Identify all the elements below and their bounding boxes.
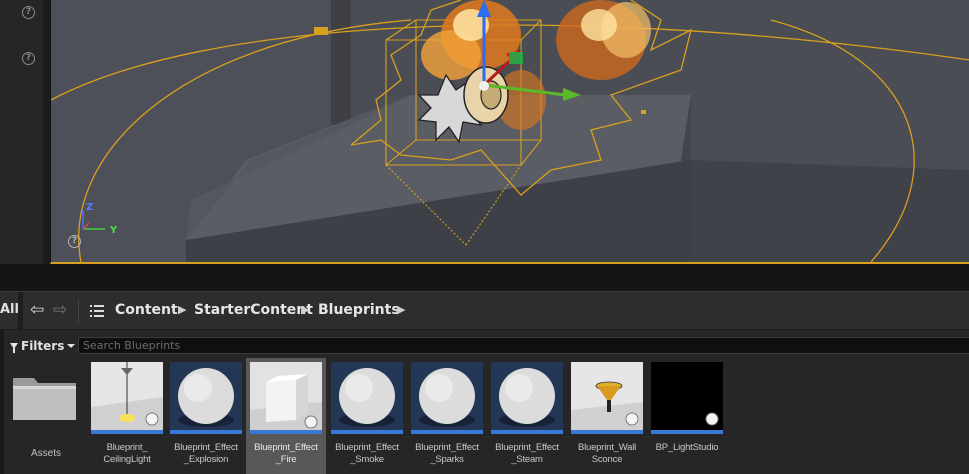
path-history-icon[interactable] — [90, 305, 104, 317]
cube-thumbnail-icon — [250, 362, 322, 434]
axis-label-z: Z — [86, 202, 94, 213]
breadcrumb-blueprints[interactable]: Blueprints — [318, 302, 400, 318]
level-viewport[interactable]: Z Y ? — [50, 0, 969, 264]
asset-label: BP_LightStudio — [655, 442, 719, 453]
asset-tile[interactable]: Blueprint_Wall Sconce — [567, 358, 647, 474]
asset-label: Blueprint_Effect _Explosion — [174, 442, 238, 465]
asset-label: Blueprint_Effect _Smoke — [335, 442, 399, 465]
asset-tile[interactable]: Blueprint_Effect _Steam — [487, 358, 567, 474]
axis-label-y: Y — [110, 225, 118, 236]
folder-assets[interactable]: Assets — [6, 358, 86, 474]
asset-label: Blueprint_ CeilingLight — [103, 442, 151, 465]
asset-tile-selected[interactable]: Blueprint_Effect _Fire — [246, 358, 326, 474]
chevron-down-icon — [67, 344, 76, 348]
back-arrow-icon[interactable]: ⇦ — [30, 301, 44, 319]
asset-tile[interactable]: BP_LightStudio — [647, 358, 727, 474]
breadcrumb-arrow-icon[interactable]: ▶ — [301, 303, 309, 316]
folder-label: Assets — [30, 448, 61, 459]
search-input[interactable] — [78, 337, 969, 354]
nav-divider — [78, 299, 79, 323]
nav-divider — [18, 292, 23, 330]
filters-button[interactable]: Filters — [10, 338, 76, 354]
content-browser-navbar: All ⇦ ⇨ Content ▶ StarterContent ▶ Bluep… — [0, 291, 969, 330]
asset-tile[interactable]: Blueprint_Effect _Sparks — [407, 358, 487, 474]
folder-icon — [13, 378, 76, 420]
panel-splitter-horizontal[interactable] — [0, 264, 969, 291]
asset-label: Blueprint_Effect _Steam — [495, 442, 559, 465]
ceiling-light-thumbnail-icon — [91, 362, 163, 434]
asset-label: Blueprint_Effect _Fire — [254, 442, 318, 465]
asset-label: Blueprint_Effect _Sparks — [415, 442, 479, 465]
sphere-thumbnail-icon — [331, 362, 403, 434]
breadcrumb-arrow-icon[interactable]: ▶ — [397, 303, 405, 316]
sphere-thumbnail-icon — [491, 362, 563, 434]
filters-label: Filters — [21, 339, 65, 353]
light-studio-thumbnail-icon — [651, 362, 723, 434]
asset-tile[interactable]: Blueprint_Effect _Smoke — [327, 358, 407, 474]
breadcrumb-content[interactable]: Content — [115, 302, 178, 318]
breadcrumb-arrow-icon[interactable]: ▶ — [178, 303, 186, 316]
breadcrumb-startercontent[interactable]: StarterContent — [194, 302, 313, 318]
asset-label: Blueprint_Wall Sconce — [577, 442, 637, 465]
asset-tile[interactable]: Blueprint_Effect _Explosion — [166, 358, 246, 474]
sphere-thumbnail-icon — [170, 362, 242, 434]
content-browser-assets: Filters Assets — [0, 329, 969, 474]
help-icon[interactable]: ? — [22, 52, 35, 65]
help-icon[interactable]: ? — [22, 6, 35, 19]
wall-sconce-thumbnail-icon — [571, 362, 643, 434]
viewport-help-icon[interactable]: ? — [68, 235, 81, 248]
viewport-scene — [51, 0, 969, 262]
sphere-thumbnail-icon — [411, 362, 483, 434]
funnel-icon — [10, 343, 18, 353]
all-tab[interactable]: All — [0, 302, 19, 317]
details-panel: ? ? — [0, 0, 44, 264]
asset-tile[interactable]: Blueprint_ CeilingLight — [87, 358, 167, 474]
forward-arrow-icon[interactable]: ⇨ — [53, 301, 67, 319]
